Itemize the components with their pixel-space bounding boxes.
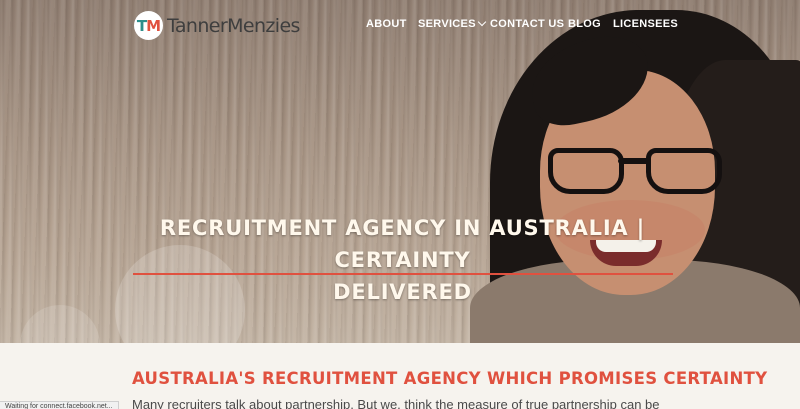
nav-item-about[interactable]: ABOUT xyxy=(366,18,407,30)
browser-status-bar: Waiting for connect.facebook.net... xyxy=(0,401,119,409)
hero-banner: TM TannerMenzies ABOUT SERVICES CONTACT … xyxy=(0,0,800,343)
main-navigation: ABOUT SERVICES CONTACT US BLOG LICENSEES xyxy=(0,17,800,34)
hero-divider xyxy=(133,273,673,275)
intro-paragraph: Many recruiters talk about partnership. … xyxy=(132,397,660,409)
glasses-left-lens xyxy=(548,148,624,194)
nav-item-blog[interactable]: BLOG xyxy=(568,18,601,30)
hero-title-line-1: RECRUITMENT AGENCY IN AUSTRALIA | CERTAI… xyxy=(159,216,646,272)
portrait-glasses xyxy=(548,148,726,198)
nav-item-services-label: SERVICES xyxy=(418,18,476,30)
hero-title-line-2: DELIVERED xyxy=(333,280,472,304)
glasses-right-lens xyxy=(646,148,722,194)
nav-item-services[interactable]: SERVICES xyxy=(418,17,487,30)
section-heading: AUSTRALIA'S RECRUITMENT AGENCY WHICH PRO… xyxy=(132,369,768,388)
hero-title: RECRUITMENT AGENCY IN AUSTRALIA | CERTAI… xyxy=(120,212,685,308)
nav-item-contact-us[interactable]: CONTACT US xyxy=(490,18,564,30)
nav-item-licensees[interactable]: LICENSEES xyxy=(613,18,678,30)
chevron-down-icon xyxy=(477,17,487,27)
